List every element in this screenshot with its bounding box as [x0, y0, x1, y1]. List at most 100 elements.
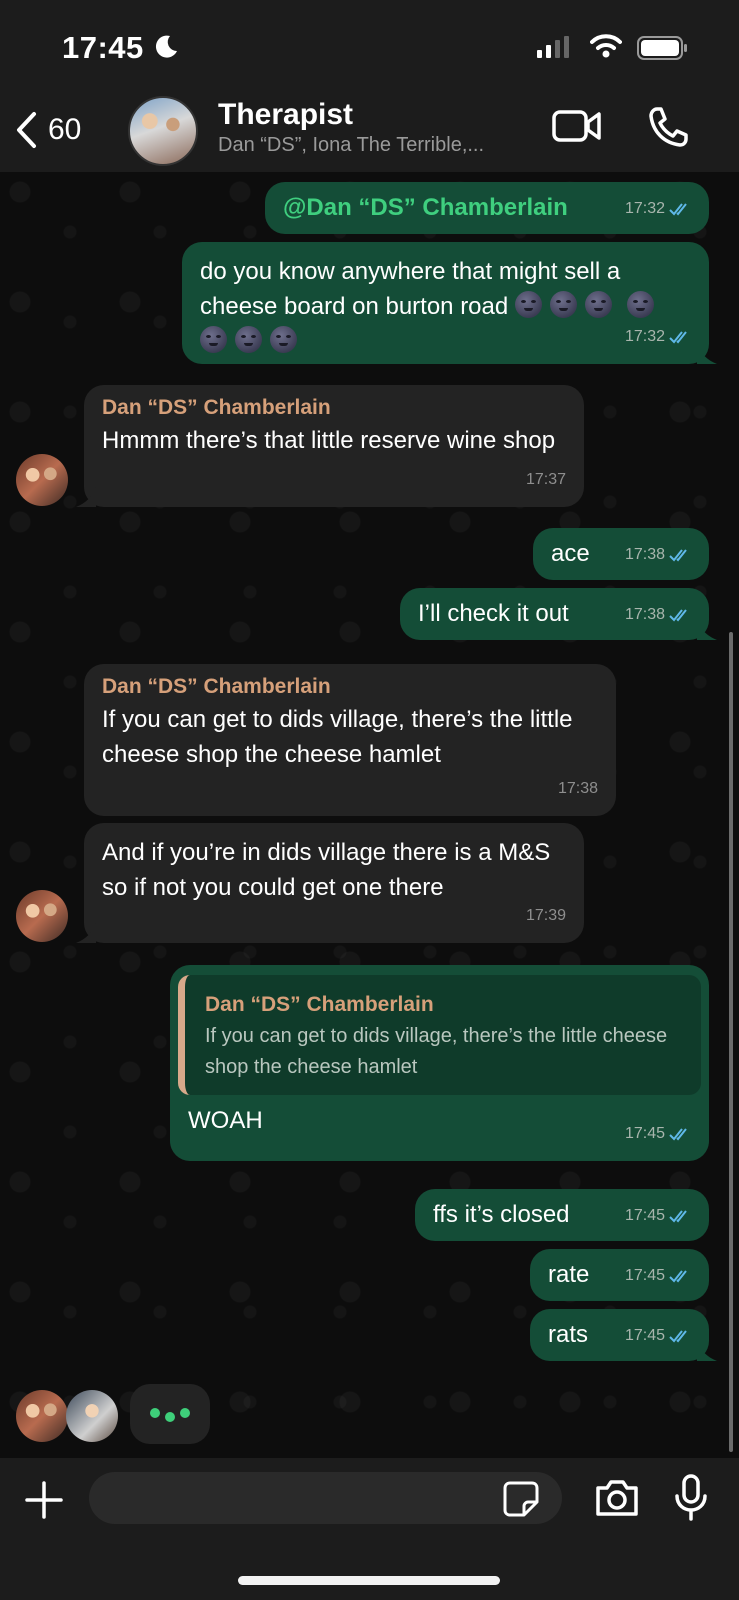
- video-call-icon[interactable]: [552, 108, 602, 144]
- signal-icon: [537, 36, 569, 58]
- message-meta: 17:45: [625, 1116, 691, 1151]
- message-text: ffs it’s closed: [433, 1201, 570, 1228]
- message-bubble[interactable]: I’ll check it out 17:38: [400, 588, 717, 640]
- moon-face-emoji-icon: [584, 291, 612, 318]
- unread-count: 60: [48, 113, 82, 146]
- quoted-text: If you can get to dids village, there’s …: [205, 1025, 668, 1078]
- read-ticks-icon: [669, 1127, 687, 1140]
- message-bubble[interactable]: Dan “DS” Chamberlain If you can get to d…: [170, 965, 709, 1161]
- quoted-message[interactable]: Dan “DS” Chamberlain If you can get to d…: [178, 975, 701, 1095]
- chat-title[interactable]: Therapist: [218, 98, 353, 132]
- message-time: 17:45: [624, 1207, 665, 1224]
- home-indicator[interactable]: [238, 1576, 500, 1585]
- avatar[interactable]: [16, 890, 68, 942]
- avatar[interactable]: [66, 1390, 118, 1442]
- read-ticks-icon: [669, 1269, 687, 1282]
- read-ticks-icon: [669, 608, 687, 621]
- bubble-tail: [697, 344, 717, 364]
- chat-header: 60 Therapist Dan “DS”, Iona The Terrible…: [0, 90, 739, 172]
- typing-dot: [150, 1408, 160, 1418]
- wifi-icon: [590, 34, 622, 58]
- group-avatar[interactable]: [128, 96, 198, 166]
- sender-name[interactable]: Dan “DS” Chamberlain: [102, 393, 566, 423]
- message-meta: 17:37: [526, 462, 566, 497]
- message-meta: 17:38: [625, 597, 691, 632]
- battery-icon: [637, 36, 687, 60]
- message-time: 17:38: [557, 780, 598, 797]
- read-ticks-icon: [669, 330, 687, 343]
- typing-dot: [180, 1408, 190, 1418]
- message-text: If you can get to dids village, there’s …: [102, 706, 573, 768]
- message-time: 17:32: [624, 328, 665, 345]
- message-meta: 17:38: [558, 771, 598, 806]
- phone-icon[interactable]: [648, 106, 688, 148]
- message-text: WOAH: [188, 1107, 263, 1134]
- sticker-icon[interactable]: [502, 1480, 540, 1518]
- message-text: Hmmm there’s that little reserve wine sh…: [102, 427, 556, 454]
- moon-face-emoji-icon: [514, 291, 542, 318]
- message-bubble[interactable]: And if you’re in dids village there is a…: [76, 823, 584, 943]
- message-time: 17:38: [624, 606, 665, 623]
- message-time: 17:45: [624, 1125, 665, 1142]
- message-text: ace: [551, 540, 590, 567]
- typing-dot: [165, 1412, 175, 1422]
- message-meta: 17:45: [625, 1198, 691, 1233]
- plus-icon[interactable]: [24, 1480, 64, 1520]
- message-time: 17:45: [624, 1267, 665, 1284]
- typing-indicator: [130, 1384, 210, 1444]
- back-button[interactable]: 60: [14, 102, 104, 158]
- message-bubble[interactable]: Dan “DS” Chamberlain Hmmm there’s that l…: [76, 385, 584, 507]
- moon-face-emoji-icon: [626, 291, 654, 318]
- input-bar: [0, 1458, 739, 1600]
- moon-face-emoji-icon: [235, 326, 262, 353]
- scrollbar[interactable]: [729, 632, 733, 1452]
- bubble-tail: [697, 620, 717, 640]
- message-bubble[interactable]: rate 17:45: [530, 1249, 709, 1301]
- microphone-icon[interactable]: [674, 1474, 708, 1522]
- quoted-sender: Dan “DS” Chamberlain: [205, 993, 434, 1016]
- read-ticks-icon: [669, 1329, 687, 1342]
- message-time: 17:39: [525, 907, 566, 924]
- message-input[interactable]: [89, 1472, 562, 1524]
- message-time: 17:37: [525, 471, 566, 488]
- message-bubble[interactable]: rats 17:45: [530, 1309, 717, 1361]
- message-bubble[interactable]: @Dan “DS” Chamberlain 17:32: [265, 182, 709, 234]
- message-bubble[interactable]: ffs it’s closed 17:45: [415, 1189, 709, 1241]
- moon-icon: [155, 35, 177, 58]
- chat-area[interactable]: @Dan “DS” Chamberlain 17:32 do you know …: [0, 172, 739, 1458]
- status-time: 17:45: [62, 30, 144, 65]
- message-meta: 17:45: [625, 1318, 691, 1353]
- message-bubble[interactable]: do you know anywhere that might sell a c…: [182, 242, 717, 364]
- sender-name[interactable]: Dan “DS” Chamberlain: [102, 672, 598, 702]
- message-meta: 17:45: [625, 1258, 691, 1293]
- message-text: And if you’re in dids village there is a…: [102, 839, 551, 901]
- bubble-tail: [697, 1341, 717, 1361]
- message-bubble[interactable]: Dan “DS” Chamberlain If you can get to d…: [84, 664, 616, 816]
- mention-link[interactable]: @Dan “DS” Chamberlain: [283, 194, 568, 221]
- message-time: 17:45: [624, 1327, 665, 1344]
- moon-face-emoji-icon: [549, 291, 577, 318]
- message-meta: 17:32: [625, 319, 691, 354]
- bubble-tail: [76, 487, 96, 507]
- message-bubble[interactable]: ace 17:38: [533, 528, 709, 580]
- message-time: 17:38: [624, 546, 665, 563]
- message-meta: 17:38: [625, 537, 691, 572]
- camera-icon[interactable]: [594, 1478, 640, 1518]
- moon-face-emoji-icon: [200, 326, 227, 353]
- avatar[interactable]: [16, 1390, 68, 1442]
- message-time: 17:32: [624, 200, 665, 217]
- chevron-left-icon: [17, 112, 36, 148]
- avatar[interactable]: [16, 454, 68, 506]
- read-ticks-icon: [669, 1209, 687, 1222]
- read-ticks-icon: [669, 202, 687, 215]
- chat-members[interactable]: Dan “DS”, Iona The Terrible,...: [218, 134, 484, 157]
- message-meta: 17:39: [526, 898, 566, 933]
- read-ticks-icon: [669, 548, 687, 561]
- message-meta: 17:32: [625, 191, 691, 226]
- bubble-tail: [76, 923, 96, 943]
- message-text: rats: [548, 1321, 589, 1348]
- status-bar: 17:45: [0, 0, 739, 90]
- moon-face-emoji-icon: [270, 326, 297, 353]
- message-text: I’ll check it out: [418, 600, 569, 627]
- message-text: rate: [548, 1261, 590, 1288]
